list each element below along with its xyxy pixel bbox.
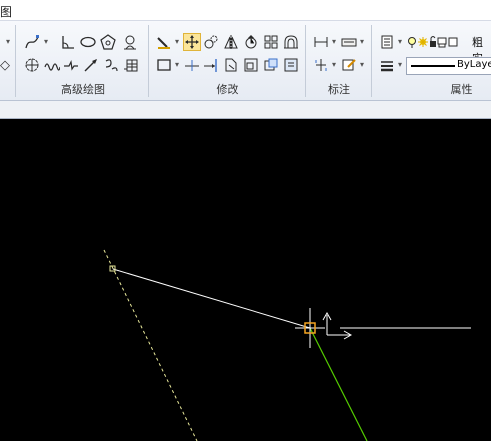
lineweight-value: ByLayer xyxy=(457,59,491,70)
erase-icon[interactable] xyxy=(155,33,173,51)
group-label-advanced-draw: 高级绘图 xyxy=(61,83,105,96)
revision-cloud-icon[interactable] xyxy=(23,56,41,74)
lineweight-sample xyxy=(411,65,455,67)
move-icon[interactable] xyxy=(183,33,201,51)
linear-dimension-icon[interactable] xyxy=(312,33,330,51)
scale-icon[interactable] xyxy=(242,56,260,74)
ribbon-bottom-strip xyxy=(0,101,491,119)
copy-icon[interactable] xyxy=(202,33,220,51)
table-icon[interactable] xyxy=(122,56,140,74)
coordinate-icon[interactable] xyxy=(312,56,330,74)
wave-line-icon[interactable] xyxy=(43,56,61,74)
properties-match-icon[interactable] xyxy=(282,56,300,74)
ribbon-group-properties: ▾ 粗实 ▾ ByLayer 属性 xyxy=(372,21,491,100)
ribbon-group-modify: ▾ ▾ 修改 xyxy=(149,21,306,100)
explode-icon[interactable] xyxy=(262,56,280,74)
select-dropdown-icon[interactable]: ▾ xyxy=(175,60,179,69)
array-icon[interactable] xyxy=(262,33,280,51)
polygon-icon[interactable] xyxy=(99,33,117,51)
ribbon-group-annotate: ▾ ▾ ▾ ▾ 标注 xyxy=(306,21,372,100)
offset-icon[interactable] xyxy=(282,33,300,51)
drawing-canvas[interactable] xyxy=(0,119,491,441)
layer-dropdown-icon[interactable]: ▾ xyxy=(398,37,402,46)
edit-dropdown-icon[interactable]: ▾ xyxy=(360,60,364,69)
rotate-icon[interactable] xyxy=(242,33,260,51)
menu-tab-view[interactable]: 图 xyxy=(0,3,12,20)
ellipse-icon[interactable] xyxy=(79,33,97,51)
lineweight-combobox[interactable]: ByLayer xyxy=(406,57,491,75)
edit-annotation-icon[interactable] xyxy=(340,56,358,74)
ribbon-group-partial: ▾ ◇ xyxy=(0,21,16,100)
erase-dropdown-icon[interactable]: ▾ xyxy=(175,37,179,46)
select-rectangle-icon[interactable] xyxy=(155,56,173,74)
angle-icon[interactable] xyxy=(59,33,77,51)
coordinate-dropdown-icon[interactable]: ▾ xyxy=(332,60,336,69)
title-bar: 图 xyxy=(0,0,491,21)
helix-icon[interactable] xyxy=(121,33,139,51)
group-label-annotate: 标注 xyxy=(328,83,350,96)
mirror-icon[interactable] xyxy=(222,33,240,51)
group-label-modify: 修改 xyxy=(216,83,239,96)
stretch-icon[interactable] xyxy=(222,56,240,74)
spline-icon[interactable] xyxy=(23,33,41,51)
break-line-icon[interactable] xyxy=(62,56,80,74)
ribbon-panel: ▾ ◇ ▾ 高级绘图 ▾ ▾ 修改 ▾ ▾ ▾ ▾ 标注 ▾ 粗 ▾ ByLay… xyxy=(0,21,491,101)
dimension-dropdown-icon[interactable]: ▾ xyxy=(332,37,336,46)
text-style-icon[interactable] xyxy=(340,33,358,51)
tag-icon[interactable] xyxy=(102,56,120,74)
lineweight-icon[interactable] xyxy=(378,56,396,74)
spline-dropdown-icon[interactable]: ▾ xyxy=(44,37,48,46)
layer-state-icons[interactable] xyxy=(407,33,477,51)
dropdown-arrow-icon[interactable]: ▾ xyxy=(6,37,10,46)
lineweight-dropdown-icon[interactable]: ▾ xyxy=(398,60,402,69)
trim-icon[interactable] xyxy=(183,56,201,74)
shape-icon[interactable]: ◇ xyxy=(0,56,14,74)
text-dropdown-icon[interactable]: ▾ xyxy=(360,37,364,46)
arrow-icon[interactable] xyxy=(82,56,100,74)
group-label-properties: 属性 xyxy=(450,83,473,96)
ribbon-group-advanced-draw: ▾ 高级绘图 xyxy=(17,21,149,100)
extend-icon[interactable] xyxy=(202,56,220,74)
canvas-background xyxy=(0,119,491,441)
layer-manager-icon[interactable] xyxy=(378,33,396,51)
